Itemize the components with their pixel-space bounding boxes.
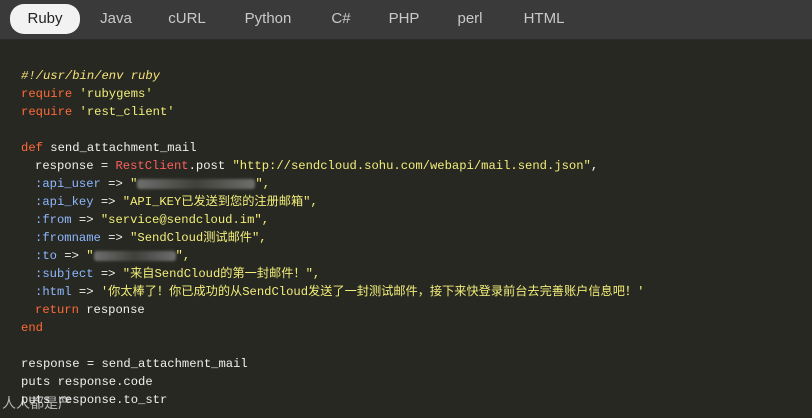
string-literal: 'rubygems' (79, 87, 153, 101)
code-line: :fromname => "SendCloud测试邮件", (35, 229, 267, 247)
code-line: require 'rubygems' (21, 85, 153, 103)
string-literal: "API_KEY已发送到您的注册邮箱", (122, 195, 318, 209)
string-literal: "service@sendcloud.im", (100, 213, 270, 227)
tab-ruby[interactable]: Ruby (10, 4, 80, 34)
keyword: return (35, 303, 79, 317)
operator: => (93, 267, 123, 281)
symbol: :to (35, 249, 57, 263)
string-literal: '你太棒了！你已成功的从SendCloud发送了一封测试邮件，接下来快登录前台去… (100, 285, 645, 299)
code-line: return response (35, 301, 145, 319)
keyword: require (21, 105, 73, 119)
statement: response = send_attachment_mail (21, 357, 248, 371)
tab-perl[interactable]: perl (452, 4, 488, 34)
code-line: :html => '你太棒了！你已成功的从SendCloud发送了一封测试邮件，… (35, 283, 644, 301)
tab-php[interactable]: PHP (386, 4, 422, 34)
redacted-value (93, 250, 176, 261)
string-quote: " (86, 249, 94, 263)
keyword: def (21, 141, 43, 155)
tab-html[interactable]: HTML (518, 4, 570, 34)
code-line: :api_user => " ", (35, 175, 270, 193)
string-literal: 'rest_client' (79, 105, 175, 119)
operator: => (71, 213, 101, 227)
tab-csharp[interactable]: C# (326, 4, 356, 34)
symbol: :from (35, 213, 72, 227)
url-string: "http://sendcloud.sohu.com/webapi/mail.s… (232, 159, 591, 173)
symbol: :api_key (35, 195, 94, 209)
symbol: :fromname (35, 231, 101, 245)
code-line: :from => "service@sendcloud.im", (35, 211, 269, 229)
keyword: require (21, 87, 73, 101)
method-call: .post (188, 159, 233, 173)
punctuation: , (590, 159, 599, 173)
code-line: :to => " ", (35, 247, 190, 265)
code-line: :subject => "来自SendCloud的第一封邮件！", (35, 265, 320, 283)
code-line: puts response.code (21, 373, 153, 391)
watermark-logo: 人人都是产 (2, 396, 72, 412)
code-line: :api_key => "API_KEY已发送到您的注册邮箱", (35, 193, 318, 211)
string-literal: "来自SendCloud的第一封邮件！", (122, 267, 321, 281)
operator: => (71, 285, 101, 299)
identifier: response = (35, 159, 116, 173)
statement: puts response.code (21, 375, 153, 389)
code-line: require 'rest_client' (21, 103, 175, 121)
shebang-comment: #!/usr/bin/env ruby (21, 69, 160, 83)
tab-curl[interactable]: cURL (163, 4, 211, 34)
tab-python[interactable]: Python (238, 4, 298, 34)
code-line: response = send_attachment_mail (21, 355, 248, 373)
symbol: :api_user (35, 177, 101, 191)
string-quote: ", (175, 249, 191, 263)
code-line: def send_attachment_mail (21, 139, 197, 157)
language-tab-bar: Ruby Java cURL Python C# PHP perl HTML (0, 0, 812, 40)
symbol: :subject (35, 267, 94, 281)
redacted-value (137, 178, 256, 189)
operator: => (100, 177, 131, 191)
method-name: send_attachment_mail (42, 141, 197, 155)
string-quote: " (130, 177, 138, 191)
operator: => (100, 231, 131, 245)
tab-java[interactable]: Java (93, 4, 139, 34)
string-literal: "SendCloud测试邮件", (130, 231, 267, 245)
code-line: response = RestClient.post "http://sendc… (35, 157, 598, 175)
keyword: end (21, 321, 43, 335)
string-quote: ", (255, 177, 271, 191)
symbol: :html (35, 285, 72, 299)
identifier: response (78, 303, 145, 317)
constant: RestClient (115, 159, 189, 173)
operator: => (93, 195, 123, 209)
code-line: end (21, 319, 43, 337)
operator: => (56, 249, 87, 263)
code-line: #!/usr/bin/env ruby (21, 67, 160, 85)
